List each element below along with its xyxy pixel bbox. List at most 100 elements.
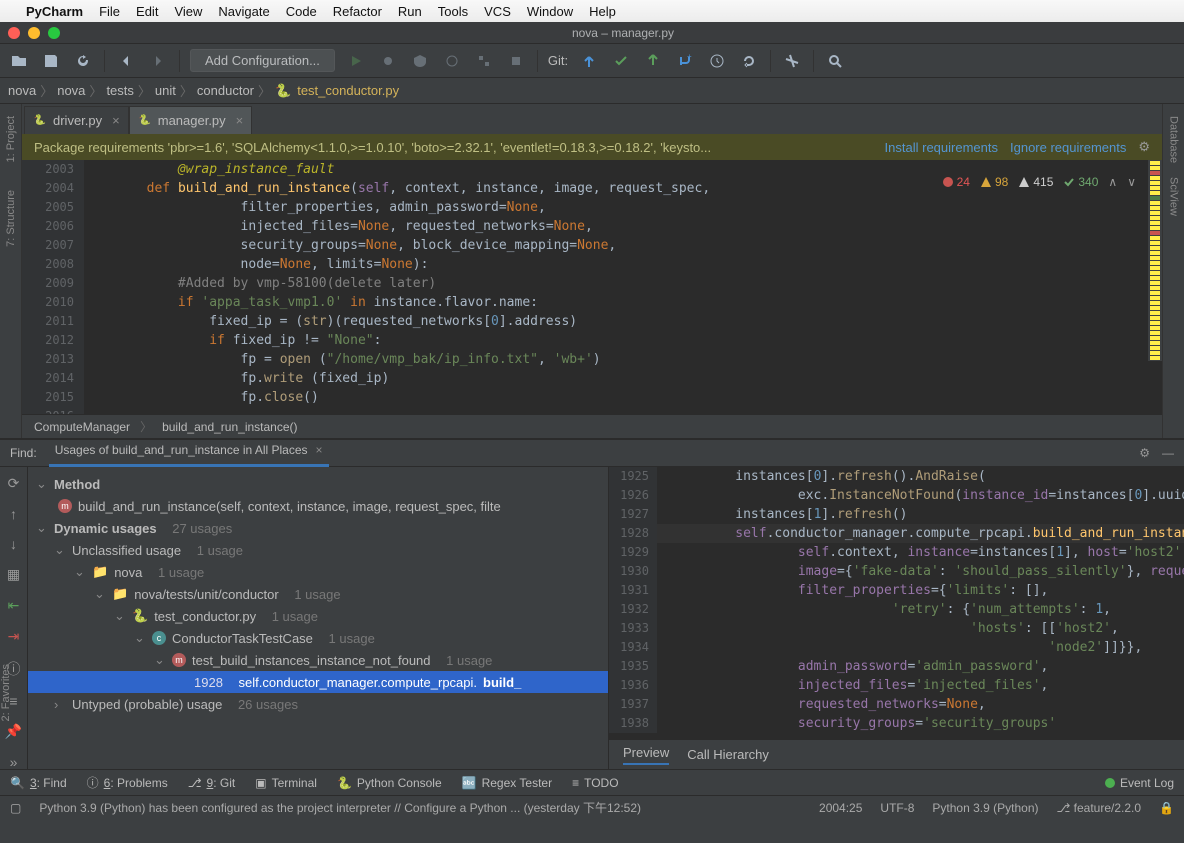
- tree-item[interactable]: test_conductor.py: [154, 609, 256, 624]
- minimize-icon[interactable]: —: [1162, 446, 1174, 460]
- back-icon[interactable]: [115, 50, 137, 72]
- menu-item[interactable]: Run: [398, 4, 422, 19]
- favorites-toolwindow-button[interactable]: 2: Favorites: [0, 660, 12, 725]
- database-toolwindow-button[interactable]: Database: [1168, 112, 1180, 167]
- tree-item[interactable]: Unclassified usage: [72, 543, 181, 558]
- tree-item[interactable]: nova: [114, 565, 142, 580]
- regex-tester-toolwindow-button[interactable]: 🔤Regex Tester: [462, 776, 552, 790]
- prev-highlight-icon[interactable]: ∧: [1108, 175, 1117, 189]
- call-hierarchy-tab[interactable]: Call Hierarchy: [687, 747, 769, 762]
- code-editor[interactable]: 2003200420052006200720082009201020112012…: [22, 160, 1162, 414]
- menu-item[interactable]: Refactor: [333, 4, 382, 19]
- close-icon[interactable]: ×: [232, 113, 244, 128]
- profile-icon[interactable]: [441, 50, 463, 72]
- menu-item[interactable]: Help: [589, 4, 616, 19]
- problems-toolwindow-button[interactable]: ⓘ6: Problems: [87, 774, 168, 791]
- rerun-icon[interactable]: ⟳: [8, 475, 20, 492]
- errors-indicator[interactable]: 24: [942, 175, 970, 189]
- context-method[interactable]: build_and_run_instance(): [162, 420, 297, 434]
- menu-item[interactable]: Tools: [438, 4, 468, 19]
- find-tab[interactable]: Usages of build_and_run_instance in All …: [49, 439, 329, 467]
- more-icon[interactable]: »: [10, 754, 18, 770]
- close-icon[interactable]: ×: [316, 443, 323, 457]
- tree-item[interactable]: nova/tests/unit/conductor: [134, 587, 279, 602]
- next-highlight-icon[interactable]: ∨: [1127, 175, 1136, 189]
- git-push-icon[interactable]: [642, 50, 664, 72]
- install-requirements-link[interactable]: Install requirements: [885, 140, 998, 155]
- ide-settings-icon[interactable]: [781, 50, 803, 72]
- sciview-toolwindow-button[interactable]: SciView: [1168, 173, 1180, 220]
- context-class[interactable]: ComputeManager: [34, 420, 130, 434]
- tree-item[interactable]: test_build_instances_instance_not_found: [192, 653, 431, 668]
- git-commit-icon[interactable]: [610, 50, 632, 72]
- crumb-file[interactable]: test_conductor.py: [297, 83, 399, 98]
- app-name[interactable]: PyCharm: [26, 4, 83, 19]
- crumb[interactable]: nova: [8, 83, 36, 98]
- gear-icon[interactable]: ⚙: [1139, 446, 1150, 460]
- menu-item[interactable]: VCS: [484, 4, 511, 19]
- python-console-toolwindow-button[interactable]: 🐍Python Console: [337, 776, 442, 790]
- debug-icon[interactable]: [377, 50, 399, 72]
- tree-item-selected[interactable]: 1928 self.conductor_manager.compute_rpca…: [28, 671, 608, 693]
- python-interpreter[interactable]: Python 3.9 (Python): [932, 801, 1038, 815]
- crumb[interactable]: tests: [106, 83, 133, 98]
- structure-toolwindow-button[interactable]: 7: Structure: [5, 186, 17, 251]
- menu-item[interactable]: Edit: [136, 4, 158, 19]
- git-rollback-icon[interactable]: [738, 50, 760, 72]
- find-toolwindow-button[interactable]: 🔍3: Find: [10, 776, 67, 790]
- save-icon[interactable]: [40, 50, 62, 72]
- caret-position[interactable]: 2004:25: [819, 801, 862, 815]
- preview-content[interactable]: instances[0].refresh().AndRaise( exc.Ins…: [657, 467, 1184, 733]
- forward-icon[interactable]: [147, 50, 169, 72]
- file-encoding[interactable]: UTF-8: [880, 801, 914, 815]
- open-icon[interactable]: [8, 50, 30, 72]
- usages-tree[interactable]: ⌄Method mbuild_and_run_instance(self, co…: [28, 467, 608, 769]
- preview-tab[interactable]: Preview: [623, 745, 669, 765]
- export-icon[interactable]: ⇤: [8, 597, 20, 614]
- terminal-toolwindow-button[interactable]: ▣Terminal: [255, 776, 317, 790]
- close-icon[interactable]: ×: [108, 113, 120, 128]
- project-toolwindow-button[interactable]: 1: Project: [5, 112, 17, 166]
- error-stripe[interactable]: [1148, 160, 1162, 361]
- preview-code[interactable]: 1925192619271928192919301931193219331934…: [609, 467, 1184, 739]
- prev-occurrence-icon[interactable]: ↑: [10, 506, 17, 522]
- window-maximize-icon[interactable]: [48, 27, 60, 39]
- toolwindows-icon[interactable]: ▢: [10, 801, 21, 815]
- window-minimize-icon[interactable]: [28, 27, 40, 39]
- editor-tab[interactable]: 🐍 manager.py ×: [129, 106, 253, 134]
- run-icon[interactable]: [345, 50, 367, 72]
- stop-icon[interactable]: [505, 50, 527, 72]
- git-new-branch-icon[interactable]: +: [674, 50, 696, 72]
- crumb[interactable]: unit: [155, 83, 176, 98]
- lock-icon[interactable]: 🔒: [1159, 801, 1174, 815]
- menu-item[interactable]: Code: [286, 4, 317, 19]
- menu-item[interactable]: Window: [527, 4, 573, 19]
- git-update-icon[interactable]: [578, 50, 600, 72]
- weak-warnings-indicator[interactable]: 415: [1018, 175, 1053, 189]
- git-branch[interactable]: ⎇ feature/2.2.0: [1056, 801, 1141, 815]
- remove-icon[interactable]: ⇥: [8, 628, 20, 645]
- next-occurrence-icon[interactable]: ↓: [10, 536, 17, 552]
- coverage-icon[interactable]: [409, 50, 431, 72]
- menu-item[interactable]: File: [99, 4, 120, 19]
- inspection-widget[interactable]: 24 98 415 340 ∧ ∨: [942, 172, 1136, 192]
- menu-item[interactable]: View: [174, 4, 202, 19]
- concurrency-icon[interactable]: [473, 50, 495, 72]
- git-history-icon[interactable]: [706, 50, 728, 72]
- crumb[interactable]: conductor: [197, 83, 254, 98]
- event-log-button[interactable]: Event Log: [1105, 776, 1174, 790]
- group-icon[interactable]: ▦: [7, 566, 20, 583]
- tree-item[interactable]: Untyped (probable) usage: [72, 697, 222, 712]
- ignore-requirements-link[interactable]: Ignore requirements: [1010, 140, 1126, 155]
- run-config-selector[interactable]: Add Configuration...: [190, 49, 335, 72]
- tree-item[interactable]: ConductorTaskTestCase: [172, 631, 313, 646]
- git-toolwindow-button[interactable]: ⎇9: Git: [188, 776, 236, 790]
- search-everywhere-icon[interactable]: [824, 50, 846, 72]
- typos-indicator[interactable]: 340: [1063, 175, 1098, 189]
- pin-icon[interactable]: 📌: [5, 723, 22, 740]
- gear-icon[interactable]: ⚙: [1138, 139, 1150, 155]
- tree-item[interactable]: build_and_run_instance(self, context, in…: [78, 499, 501, 514]
- crumb[interactable]: nova: [57, 83, 85, 98]
- editor-tab[interactable]: 🐍 driver.py ×: [24, 106, 129, 134]
- menu-item[interactable]: Navigate: [218, 4, 269, 19]
